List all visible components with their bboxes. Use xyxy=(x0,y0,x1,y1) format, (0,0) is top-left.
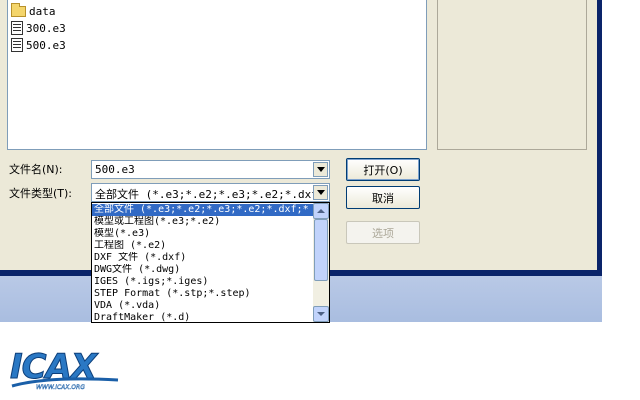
open-button[interactable]: 打开(O) xyxy=(346,158,420,181)
dropdown-option[interactable]: IGES (*.igs;*.iges) xyxy=(92,276,314,288)
dropdown-option[interactable]: STEP Format (*.stp;*.step) xyxy=(92,288,314,300)
dropdown-option[interactable]: 模型或工程图(*.e3;*.e2) xyxy=(92,216,314,228)
folder-icon xyxy=(11,2,26,17)
options-button[interactable]: 选项 xyxy=(346,221,420,244)
dropdown-scrollbar[interactable] xyxy=(313,203,329,322)
chevron-down-icon xyxy=(316,190,325,195)
dropdown-option[interactable]: 模型(*.e3) xyxy=(92,228,314,240)
file-item-label: data xyxy=(29,4,56,18)
filetype-combo[interactable]: 全部文件 (*.e3;*.e2;*.e3;*.e2;*.dxf;* xyxy=(91,183,330,202)
scroll-up-button[interactable] xyxy=(313,203,329,219)
filetype-dropdown-list[interactable]: 全部文件 (*.e3;*.e2;*.e3;*.e2;*.dxf;* 模型或工程图… xyxy=(91,202,330,323)
dropdown-option[interactable]: DraftMaker (*.d) xyxy=(92,312,314,322)
filename-value[interactable]: 500.e3 xyxy=(95,163,135,176)
document-icon xyxy=(11,38,23,52)
window-frame xyxy=(597,0,602,276)
chevron-down-icon xyxy=(316,167,325,172)
file-list[interactable]: data 300.e3 500.e3 xyxy=(7,0,427,150)
file-item-label: 500.e3 xyxy=(26,38,66,52)
dropdown-option[interactable]: 全部文件 (*.e3;*.e2;*.e3;*.e2;*.dxf;* xyxy=(92,204,314,216)
dropdown-option[interactable]: DXF 文件 (*.dxf) xyxy=(92,252,314,264)
filetype-dropdown-button[interactable] xyxy=(313,185,328,200)
scroll-down-button[interactable] xyxy=(313,306,329,322)
file-list-item[interactable]: data xyxy=(11,2,56,19)
filename-combo[interactable]: 500.e3 xyxy=(91,160,330,179)
chevron-down-icon xyxy=(317,312,325,316)
filetype-label: 文件类型(T): xyxy=(9,187,73,200)
filename-label: 文件名(N): xyxy=(9,163,63,176)
icax-logo: ICAX WWW.ICAX.ORG xyxy=(8,346,126,394)
dropdown-option[interactable]: 工程图 (*.e2) xyxy=(92,240,314,252)
filetype-value[interactable]: 全部文件 (*.e3;*.e2;*.e3;*.e2;*.dxf;* xyxy=(95,186,313,201)
filename-dropdown-button[interactable] xyxy=(313,162,328,177)
dropdown-option[interactable]: VDA (*.vda) xyxy=(92,300,314,312)
dropdown-option[interactable]: DWG文件 (*.dwg) xyxy=(92,264,314,276)
document-icon xyxy=(11,21,23,35)
file-list-item[interactable]: 500.e3 xyxy=(11,37,66,53)
scroll-thumb[interactable] xyxy=(314,219,328,281)
chevron-up-icon xyxy=(317,209,325,213)
file-item-label: 300.e3 xyxy=(26,21,66,35)
cancel-button[interactable]: 取消 xyxy=(346,186,420,209)
file-list-item[interactable]: 300.e3 xyxy=(11,20,66,36)
preview-pane xyxy=(437,0,587,150)
svg-text:WWW.ICAX.ORG: WWW.ICAX.ORG xyxy=(36,384,85,391)
